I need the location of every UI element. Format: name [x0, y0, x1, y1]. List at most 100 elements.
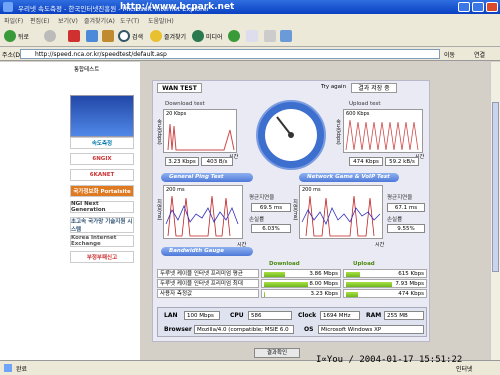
gauge-upload-bar — [346, 282, 392, 287]
forward-button[interactable] — [44, 29, 56, 43]
save-result-button[interactable]: 결과 저장 중 — [351, 83, 397, 93]
upload-kbps: 474 Kbps — [349, 157, 383, 166]
stop-button[interactable] — [68, 29, 80, 43]
back-arrow-icon — [4, 30, 16, 42]
vertical-scrollbar[interactable] — [490, 62, 500, 360]
try-again-button[interactable]: Try again — [321, 83, 349, 93]
address-input[interactable]: http://speed.nca.or.kr/speedtest/default… — [20, 49, 440, 59]
gauge-upload-value: 474 Kbps — [398, 291, 424, 297]
home-icon — [102, 30, 114, 42]
favorites-button[interactable]: 즐겨찾기 — [150, 29, 186, 43]
gauge-row-name: 사용자 측정값 — [157, 289, 259, 298]
gauge-row-avg: 두루넷 케이블 인터넷 프리미엄 평균 3.86 Mbps 615 Kbps — [157, 269, 427, 279]
gauge-download-bar — [264, 292, 265, 297]
gauge-upload-value: 7.93 Mbps — [395, 281, 424, 287]
upload-axis-y: 속도(kbps) — [335, 119, 341, 145]
gauge-row-name: 두루넷 케이블 인터넷 프리미엄 최대 — [157, 279, 259, 288]
media-label: 미디어 — [206, 33, 223, 41]
gauge-download-label: Download — [269, 261, 300, 267]
lan-label: LAN — [164, 312, 178, 319]
mail-icon — [246, 30, 258, 42]
gauge-upload-bar — [346, 292, 358, 297]
maximize-button[interactable] — [472, 2, 484, 12]
bandwidth-gauge-header: Bandwidth Gauge — [161, 247, 253, 256]
gauge-row-name: 두루넷 케이블 인터넷 프리미엄 평균 — [157, 269, 259, 278]
sidebar-item-report[interactable]: 부정부패신고 — [70, 251, 134, 263]
search-button[interactable]: 검색 — [118, 29, 143, 43]
ping-axis-y: 지연(ms) — [156, 199, 162, 221]
sidebar-item-6ngix[interactable]: 6NGIX — [70, 153, 134, 165]
refresh-icon — [86, 30, 98, 42]
minimize-button[interactable] — [458, 2, 470, 12]
browser-label: Browser — [164, 326, 192, 333]
sidebar-title: 통합테스트 — [74, 67, 100, 73]
voip-series-chart — [301, 195, 381, 237]
gauge-download-value: 3.23 Kbps — [310, 291, 338, 297]
gauge-download-cell: 3.23 Kbps — [261, 289, 341, 298]
download-graph: 20 Kbps — [163, 109, 237, 153]
menu-edit[interactable]: 편집(E) — [30, 16, 50, 25]
menu-bar: 파일(F) 편집(E) 보기(V) 즐겨찾기(A) 도구(T) 도움말(H) — [0, 14, 500, 25]
menu-favorites[interactable]: 즐겨찾기(A) — [84, 16, 115, 25]
speed-test-panel: WAN TEST Try again 결과 저장 중 Download test… — [152, 80, 430, 342]
gauge-row-user: 사용자 측정값 3.23 Kbps 474 Kbps — [157, 289, 427, 299]
menu-file[interactable]: 파일(F) — [4, 16, 23, 25]
ping-graph: 200 ms — [163, 185, 243, 239]
gauge-download-bar — [264, 272, 285, 277]
clock-label: Clock — [298, 312, 317, 319]
stop-icon — [68, 30, 80, 42]
confirm-result-button[interactable]: 결과확인 — [254, 348, 300, 358]
zone-label: 인터넷 — [456, 366, 473, 373]
clock-value: 1694 MHz — [320, 311, 360, 320]
print-button[interactable] — [264, 29, 276, 43]
edit-icon — [280, 30, 292, 42]
tab-wan-test[interactable]: WAN TEST — [157, 83, 202, 93]
history-button[interactable] — [228, 29, 240, 43]
back-button[interactable]: 뒤로 — [4, 29, 29, 43]
ping-loss-value: 6.03% — [251, 224, 291, 233]
download-axis-y: 속도(kbps) — [156, 119, 162, 145]
cpu-label: CPU — [230, 312, 244, 319]
sidebar-item-ngi[interactable]: NGI Next Generation — [70, 201, 134, 213]
search-icon — [118, 30, 130, 42]
banner-image[interactable] — [70, 95, 134, 137]
close-button[interactable] — [486, 2, 498, 12]
sidebar-item-kix[interactable]: Korea Internet Exchange — [70, 235, 134, 247]
voip-test-header: Network Game & VoIP Test — [299, 173, 399, 182]
edit-button[interactable] — [280, 29, 292, 43]
gauge-upload-value: 615 Kbps — [398, 271, 424, 277]
gauge-upload-cell: 615 Kbps — [343, 269, 427, 278]
ie-icon — [3, 2, 13, 12]
media-button[interactable]: 미디어 — [192, 29, 223, 43]
menu-help[interactable]: 도움말(H) — [148, 16, 174, 25]
history-icon — [228, 30, 240, 42]
voip-loss-value: 9.55% — [387, 224, 425, 233]
upload-series-chart — [345, 119, 419, 151]
os-label: OS — [304, 326, 314, 333]
sidebar-item-support[interactable]: 초고속 국가망 기술지원 시스템 — [70, 217, 134, 233]
go-button[interactable]: 이동 — [444, 50, 455, 59]
upload-test-label: Upload test — [349, 101, 381, 107]
home-button[interactable] — [102, 29, 114, 43]
sidebar-item-portal[interactable]: 국가정보화 Portalsite — [70, 185, 134, 197]
ram-label: RAM — [366, 312, 382, 319]
menu-view[interactable]: 보기(V) — [58, 16, 78, 25]
browser-value: Mozilla/4.0 (compatible; MSIE 6.0 — [194, 325, 294, 334]
os-value: Microsoft Windows XP — [318, 325, 424, 334]
sidebar-item-6kanet[interactable]: 6KANET — [70, 169, 134, 181]
gauge-download-cell: 8.00 Mbps — [261, 279, 341, 288]
sidebar-item-speedtest[interactable]: 속도측정 — [70, 137, 134, 149]
left-margin — [0, 62, 68, 362]
upload-series-line — [345, 119, 419, 151]
gauge-download-value: 8.00 Mbps — [309, 281, 338, 287]
menu-tools[interactable]: 도구(T) — [120, 16, 139, 25]
favorites-label: 즐겨찾기 — [164, 33, 187, 41]
refresh-button[interactable] — [86, 29, 98, 43]
ping-avg-label: 평균지연율 — [249, 195, 275, 201]
voip-axis-y: 지연(ms) — [292, 199, 298, 221]
upload-bps: 59.2 kB/s — [385, 157, 419, 166]
gauge-download-cell: 3.86 Mbps — [261, 269, 341, 278]
links-button[interactable]: 연결 — [474, 50, 485, 59]
scrollbar-thumb[interactable] — [492, 102, 499, 272]
mail-button[interactable] — [246, 29, 258, 43]
